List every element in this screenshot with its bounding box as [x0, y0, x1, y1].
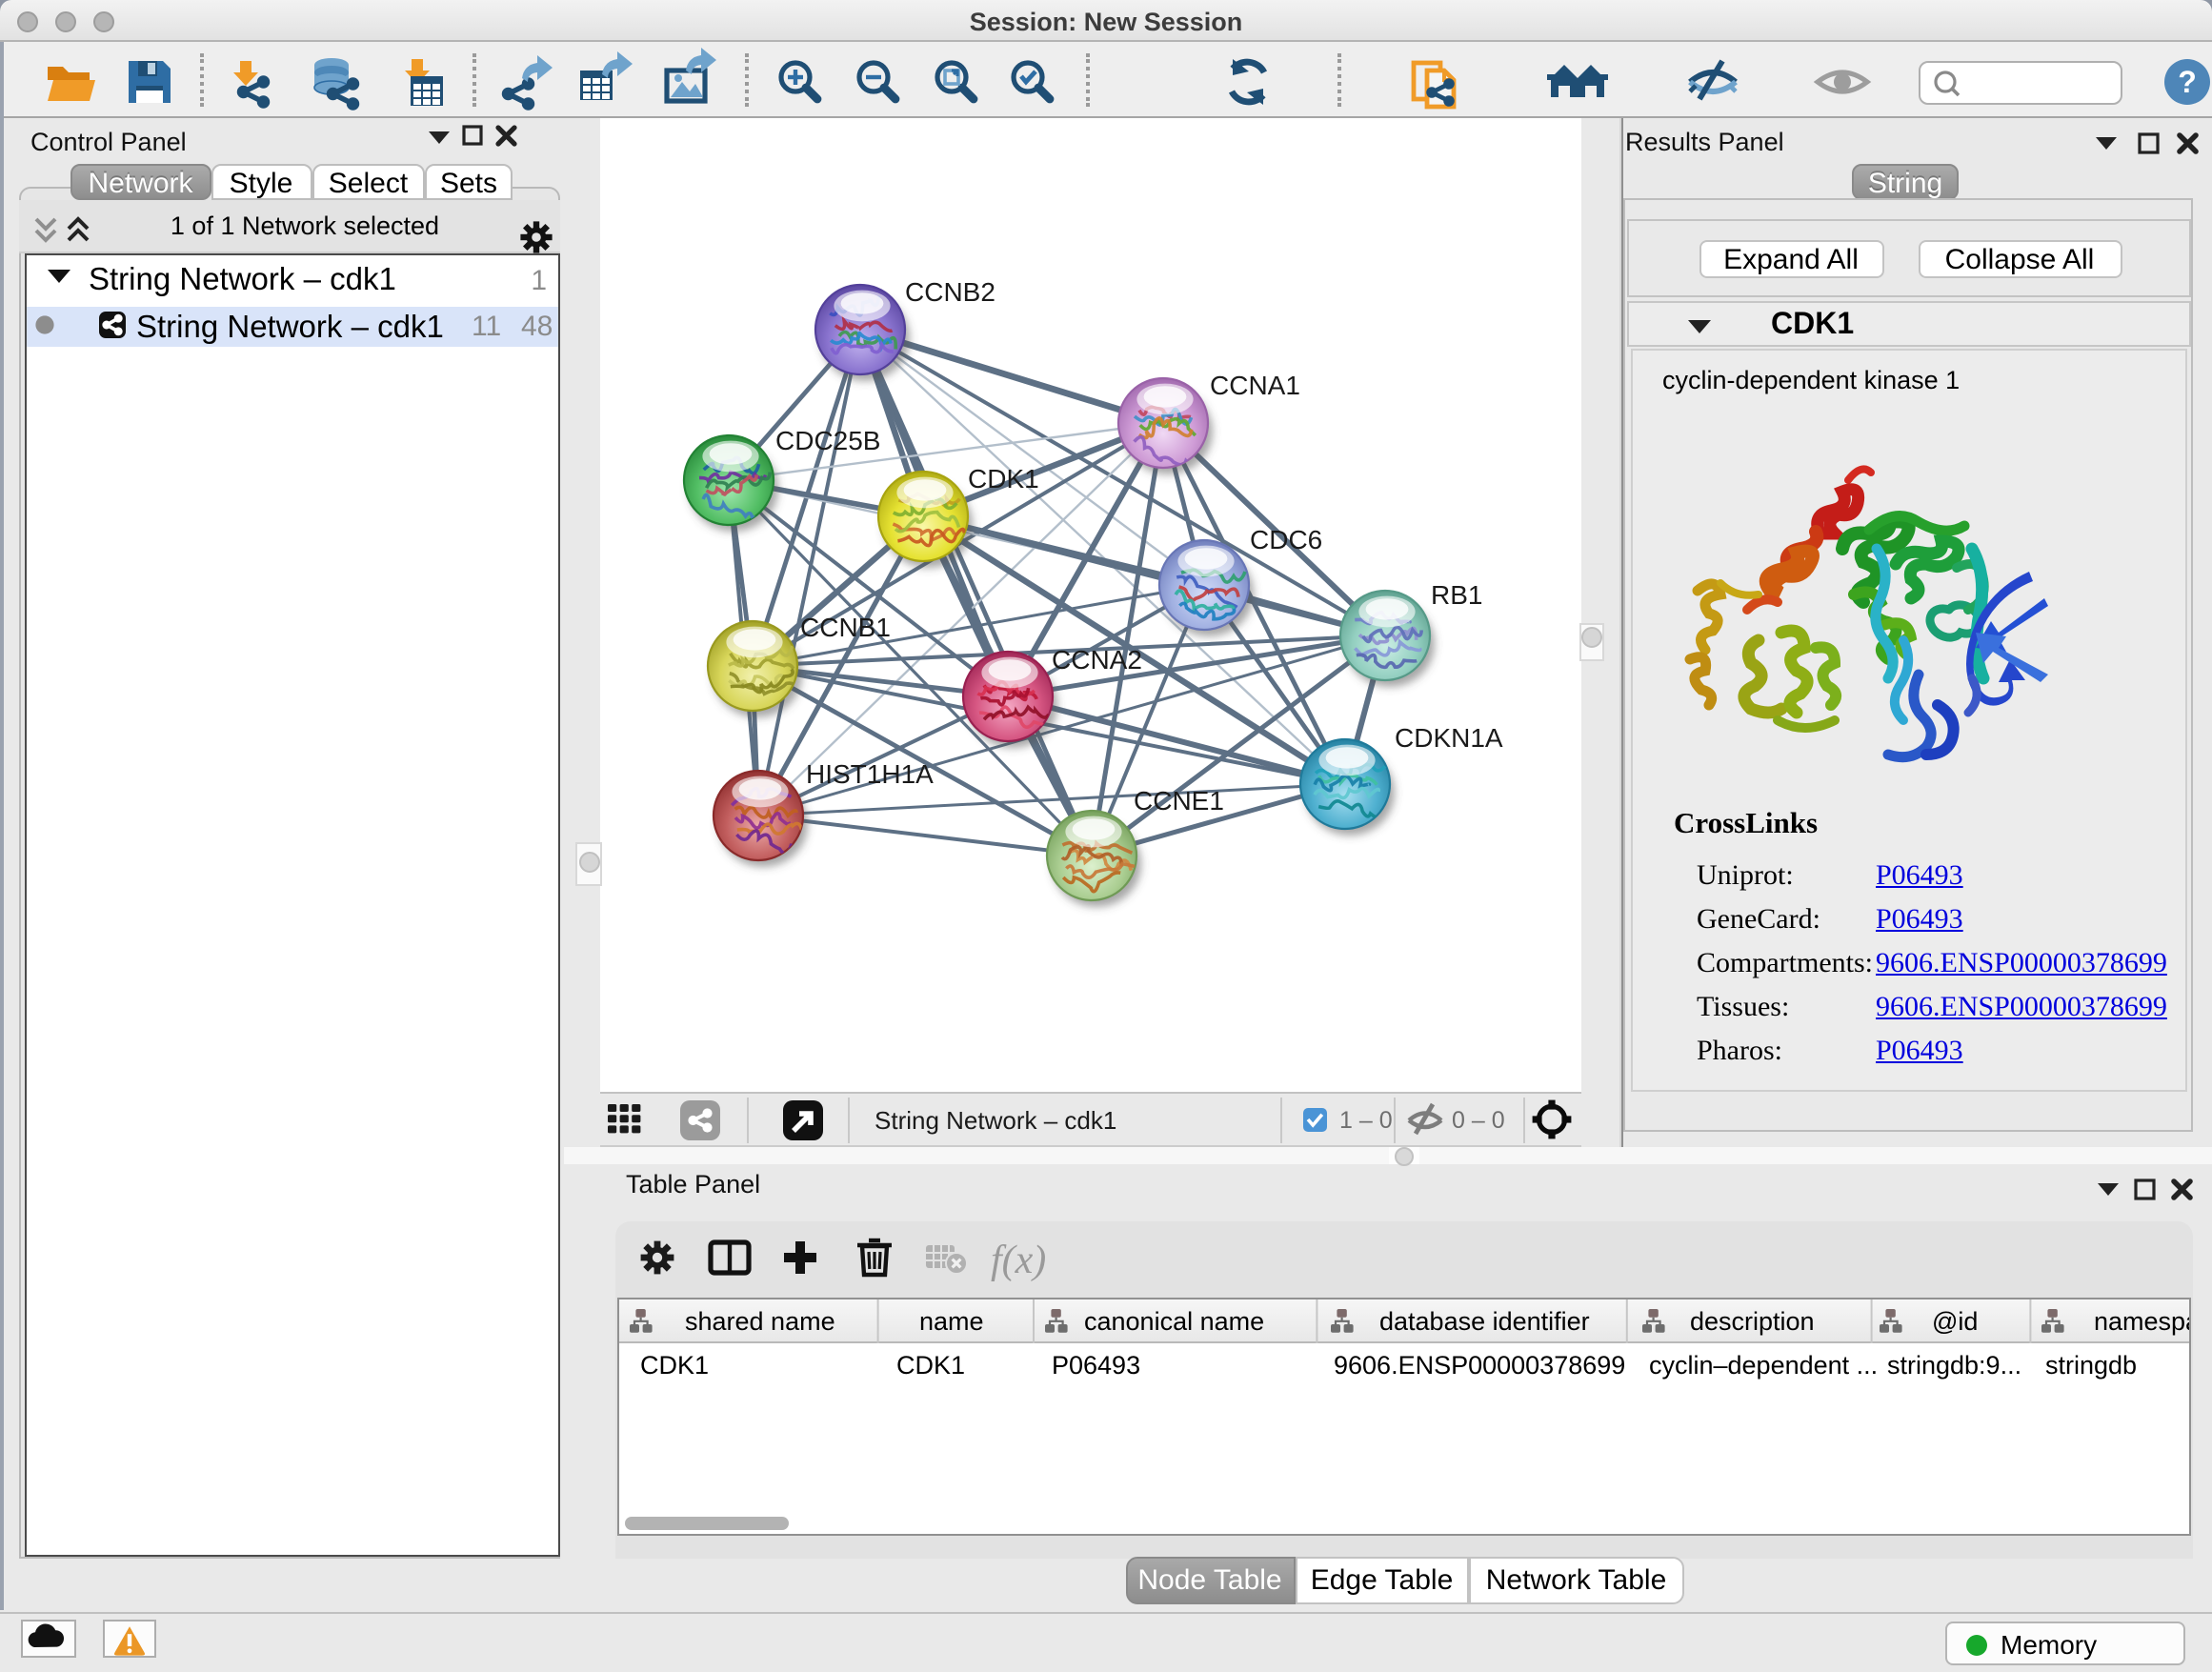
svg-text:database identifier: database identifier [1378, 1306, 1589, 1335]
svg-text:CCNA1: CCNA1 [1210, 371, 1300, 400]
svg-text:CDKN1A: CDKN1A [1395, 723, 1503, 753]
svg-text:HIST1H1A: HIST1H1A [806, 759, 934, 789]
svg-text:CDC25B: CDC25B [775, 426, 880, 455]
svg-text:CDC6: CDC6 [1250, 525, 1322, 554]
svg-text:RB1: RB1 [1431, 580, 1482, 610]
svg-text:String Network – cdk1: String Network – cdk1 [875, 1105, 1116, 1134]
svg-text:canonical name: canonical name [1083, 1306, 1263, 1335]
svg-text:CCNB2: CCNB2 [905, 277, 995, 307]
svg-text:0 – 0: 0 – 0 [1452, 1106, 1505, 1133]
svg-text:name: name [918, 1306, 983, 1335]
svg-text:shared name: shared name [684, 1306, 835, 1335]
svg-text:?: ? [2178, 65, 2197, 99]
svg-text:CCNE1: CCNE1 [1134, 786, 1224, 816]
svg-text:CCNB1: CCNB1 [800, 613, 891, 642]
svg-text:1 – 0: 1 – 0 [1339, 1106, 1393, 1133]
svg-text:CDK1: CDK1 [968, 464, 1039, 494]
svg-text:f(x): f(x) [991, 1239, 1046, 1282]
svg-text:CCNA2: CCNA2 [1052, 645, 1142, 675]
svg-text:namespace: namespace [2093, 1306, 2189, 1335]
svg-text:@id: @id [1931, 1306, 1977, 1335]
svg-text:description: description [1689, 1306, 1814, 1335]
